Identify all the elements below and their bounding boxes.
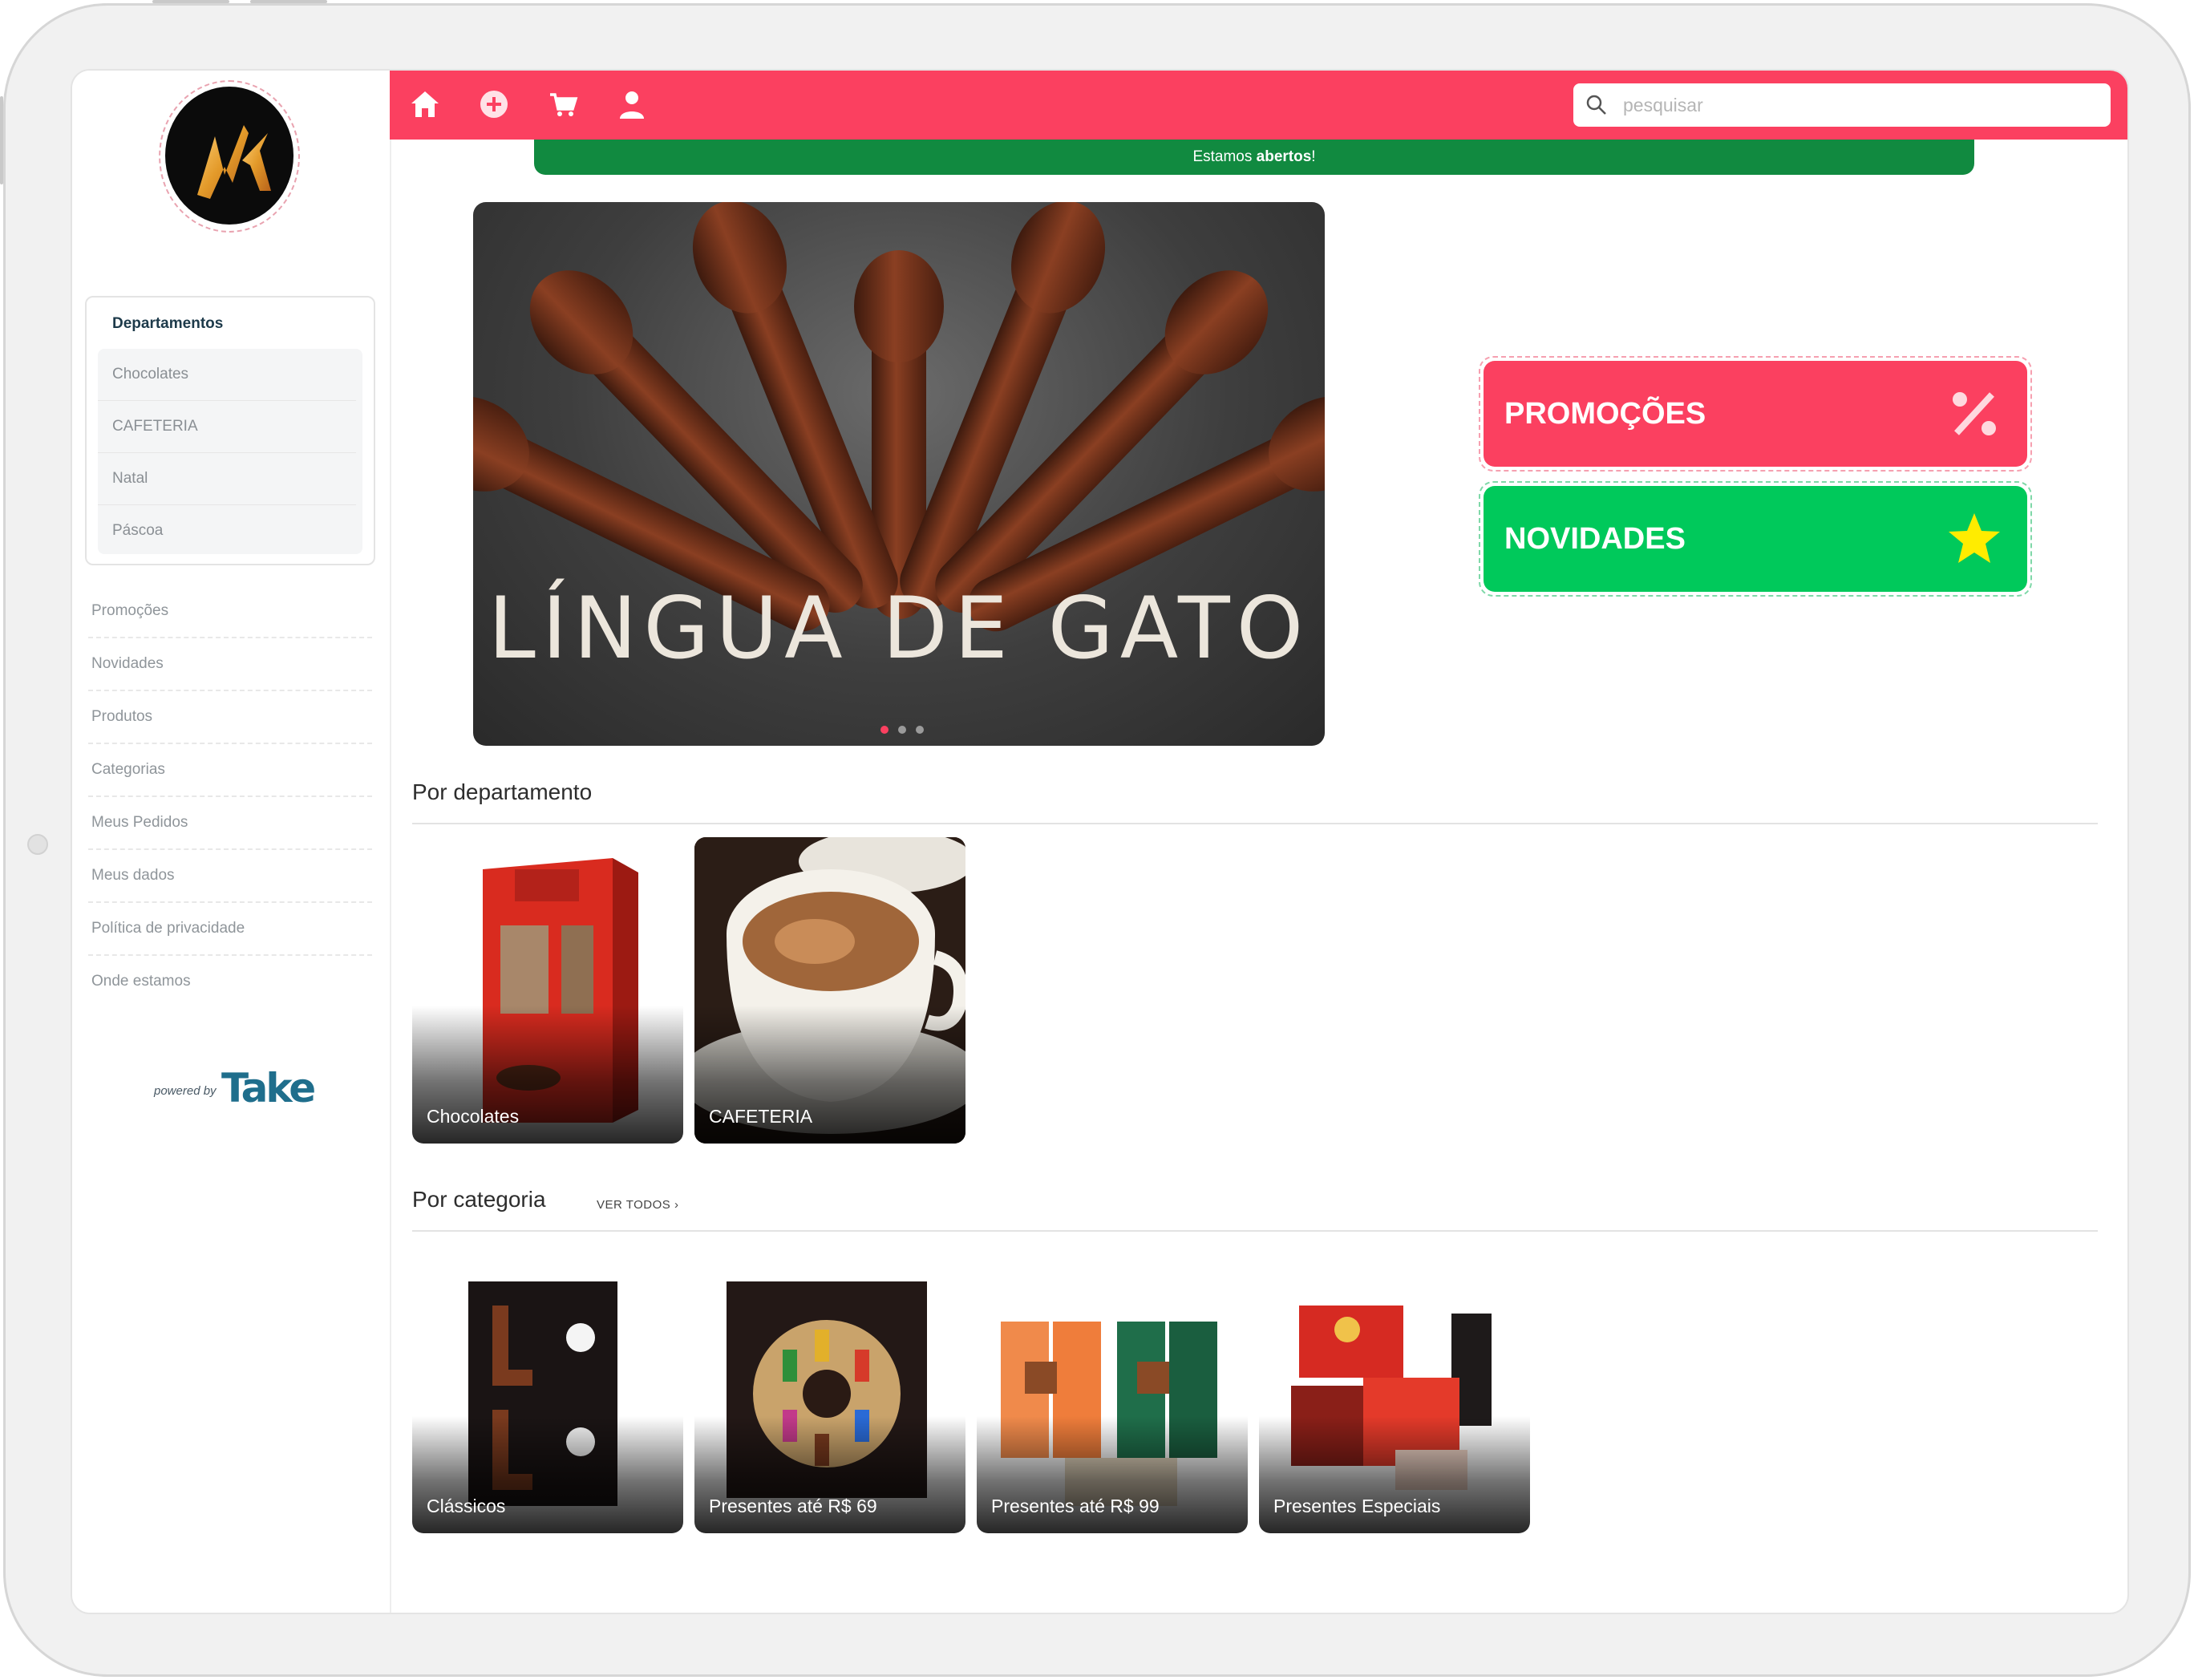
- carousel-dot[interactable]: [916, 726, 924, 734]
- category-tile-presentes-especiais[interactable]: Presentes Especiais: [1259, 1273, 1530, 1533]
- store-logo[interactable]: [165, 87, 293, 225]
- tile-label: Presentes Especiais: [1273, 1496, 1441, 1516]
- home-icon[interactable]: [409, 88, 441, 120]
- search-icon[interactable]: [1585, 93, 1609, 117]
- menu-item-meus-dados[interactable]: Meus dados: [88, 850, 372, 903]
- section-title-categoria: Por categoria: [412, 1187, 546, 1212]
- hero-carousel[interactable]: LÍNGUA DE GATO: [473, 202, 1325, 746]
- carousel-dots: [880, 723, 933, 738]
- menu-item-categorias[interactable]: Categorias: [88, 744, 372, 797]
- departments-list: Chocolates CAFETERIA Natal Páscoa: [98, 349, 362, 554]
- department-item-cafeteria[interactable]: CAFETERIA: [98, 401, 356, 453]
- section-divider: [412, 823, 2098, 824]
- logo-mark: [197, 125, 271, 199]
- open-status-prefix: Estamos: [1192, 148, 1257, 165]
- menu-item-produtos[interactable]: Produtos: [88, 691, 372, 744]
- promocoes-button[interactable]: PROMOÇÕES: [1484, 361, 2027, 467]
- cart-icon[interactable]: [547, 88, 579, 120]
- tablet-top-button: [250, 0, 327, 3]
- tile-label: Chocolates: [427, 1106, 520, 1127]
- powered-by-take[interactable]: powered by Take: [154, 1065, 316, 1113]
- user-icon[interactable]: [616, 88, 648, 120]
- menu-item-novidades[interactable]: Novidades: [88, 638, 372, 691]
- sidebar-menu: Promoções Novidades Produtos Categorias …: [88, 585, 372, 1007]
- carousel-dot[interactable]: [880, 726, 889, 734]
- promocoes-label: PROMOÇÕES: [1504, 397, 1706, 431]
- menu-item-promocoes[interactable]: Promoções: [88, 585, 372, 638]
- hero-title: LÍNGUA DE GATO: [488, 579, 1310, 678]
- section-divider: [412, 1230, 2098, 1232]
- department-item-natal[interactable]: Natal: [98, 453, 356, 505]
- percent-icon: [1953, 392, 1996, 435]
- novidades-label: NOVIDADES: [1504, 522, 1686, 556]
- add-circle-icon[interactable]: [478, 88, 510, 120]
- top-bar: [390, 71, 2127, 140]
- tablet-side-button: [0, 96, 3, 184]
- open-status-suffix: !: [1311, 148, 1316, 165]
- sidebar: Departamentos Chocolates CAFETERIA Natal…: [72, 71, 391, 1613]
- departments-title: Departamentos: [112, 315, 224, 332]
- tile-label: Presentes até R$ 69: [709, 1496, 877, 1516]
- menu-item-politica-privacidade[interactable]: Política de privacidade: [88, 903, 372, 956]
- department-item-chocolates[interactable]: Chocolates: [98, 349, 356, 401]
- category-tile-presentes-69[interactable]: Presentes até R$ 69: [694, 1273, 965, 1533]
- screen: Departamentos Chocolates CAFETERIA Natal…: [71, 69, 2129, 1614]
- take-logo: Take: [221, 1065, 316, 1111]
- departments-card: Departamentos Chocolates CAFETERIA Natal…: [85, 296, 375, 565]
- department-item-pascoa[interactable]: Páscoa: [98, 505, 356, 557]
- star-icon: [1949, 513, 2000, 563]
- category-tile-classicos[interactable]: Clássicos: [412, 1273, 683, 1533]
- tile-label: Presentes até R$ 99: [991, 1496, 1160, 1516]
- tile-label: CAFETERIA: [709, 1106, 813, 1127]
- tile-label: Clássicos: [427, 1496, 506, 1516]
- department-tile-cafeteria[interactable]: CAFETERIA: [694, 837, 965, 1144]
- search-box: [1573, 83, 2111, 127]
- view-all-link[interactable]: VER TODOS ›: [597, 1198, 678, 1212]
- tablet-camera: [27, 834, 48, 855]
- section-title-departamento: Por departamento: [412, 779, 593, 804]
- open-status-value: abertos: [1256, 148, 1312, 165]
- menu-item-onde-estamos[interactable]: Onde estamos: [88, 956, 372, 1007]
- open-status-banner: Estamos abertos!: [534, 140, 1974, 175]
- powered-by-text: powered by: [154, 1084, 217, 1098]
- novidades-button[interactable]: NOVIDADES: [1484, 486, 2027, 592]
- menu-item-meus-pedidos[interactable]: Meus Pedidos: [88, 797, 372, 850]
- category-tile-presentes-99[interactable]: Presentes até R$ 99: [977, 1273, 1248, 1533]
- search-input[interactable]: [1621, 88, 2098, 122]
- carousel-dot[interactable]: [898, 726, 906, 734]
- department-tile-chocolates[interactable]: Chocolates: [412, 837, 683, 1144]
- tablet-top-button: [152, 0, 229, 3]
